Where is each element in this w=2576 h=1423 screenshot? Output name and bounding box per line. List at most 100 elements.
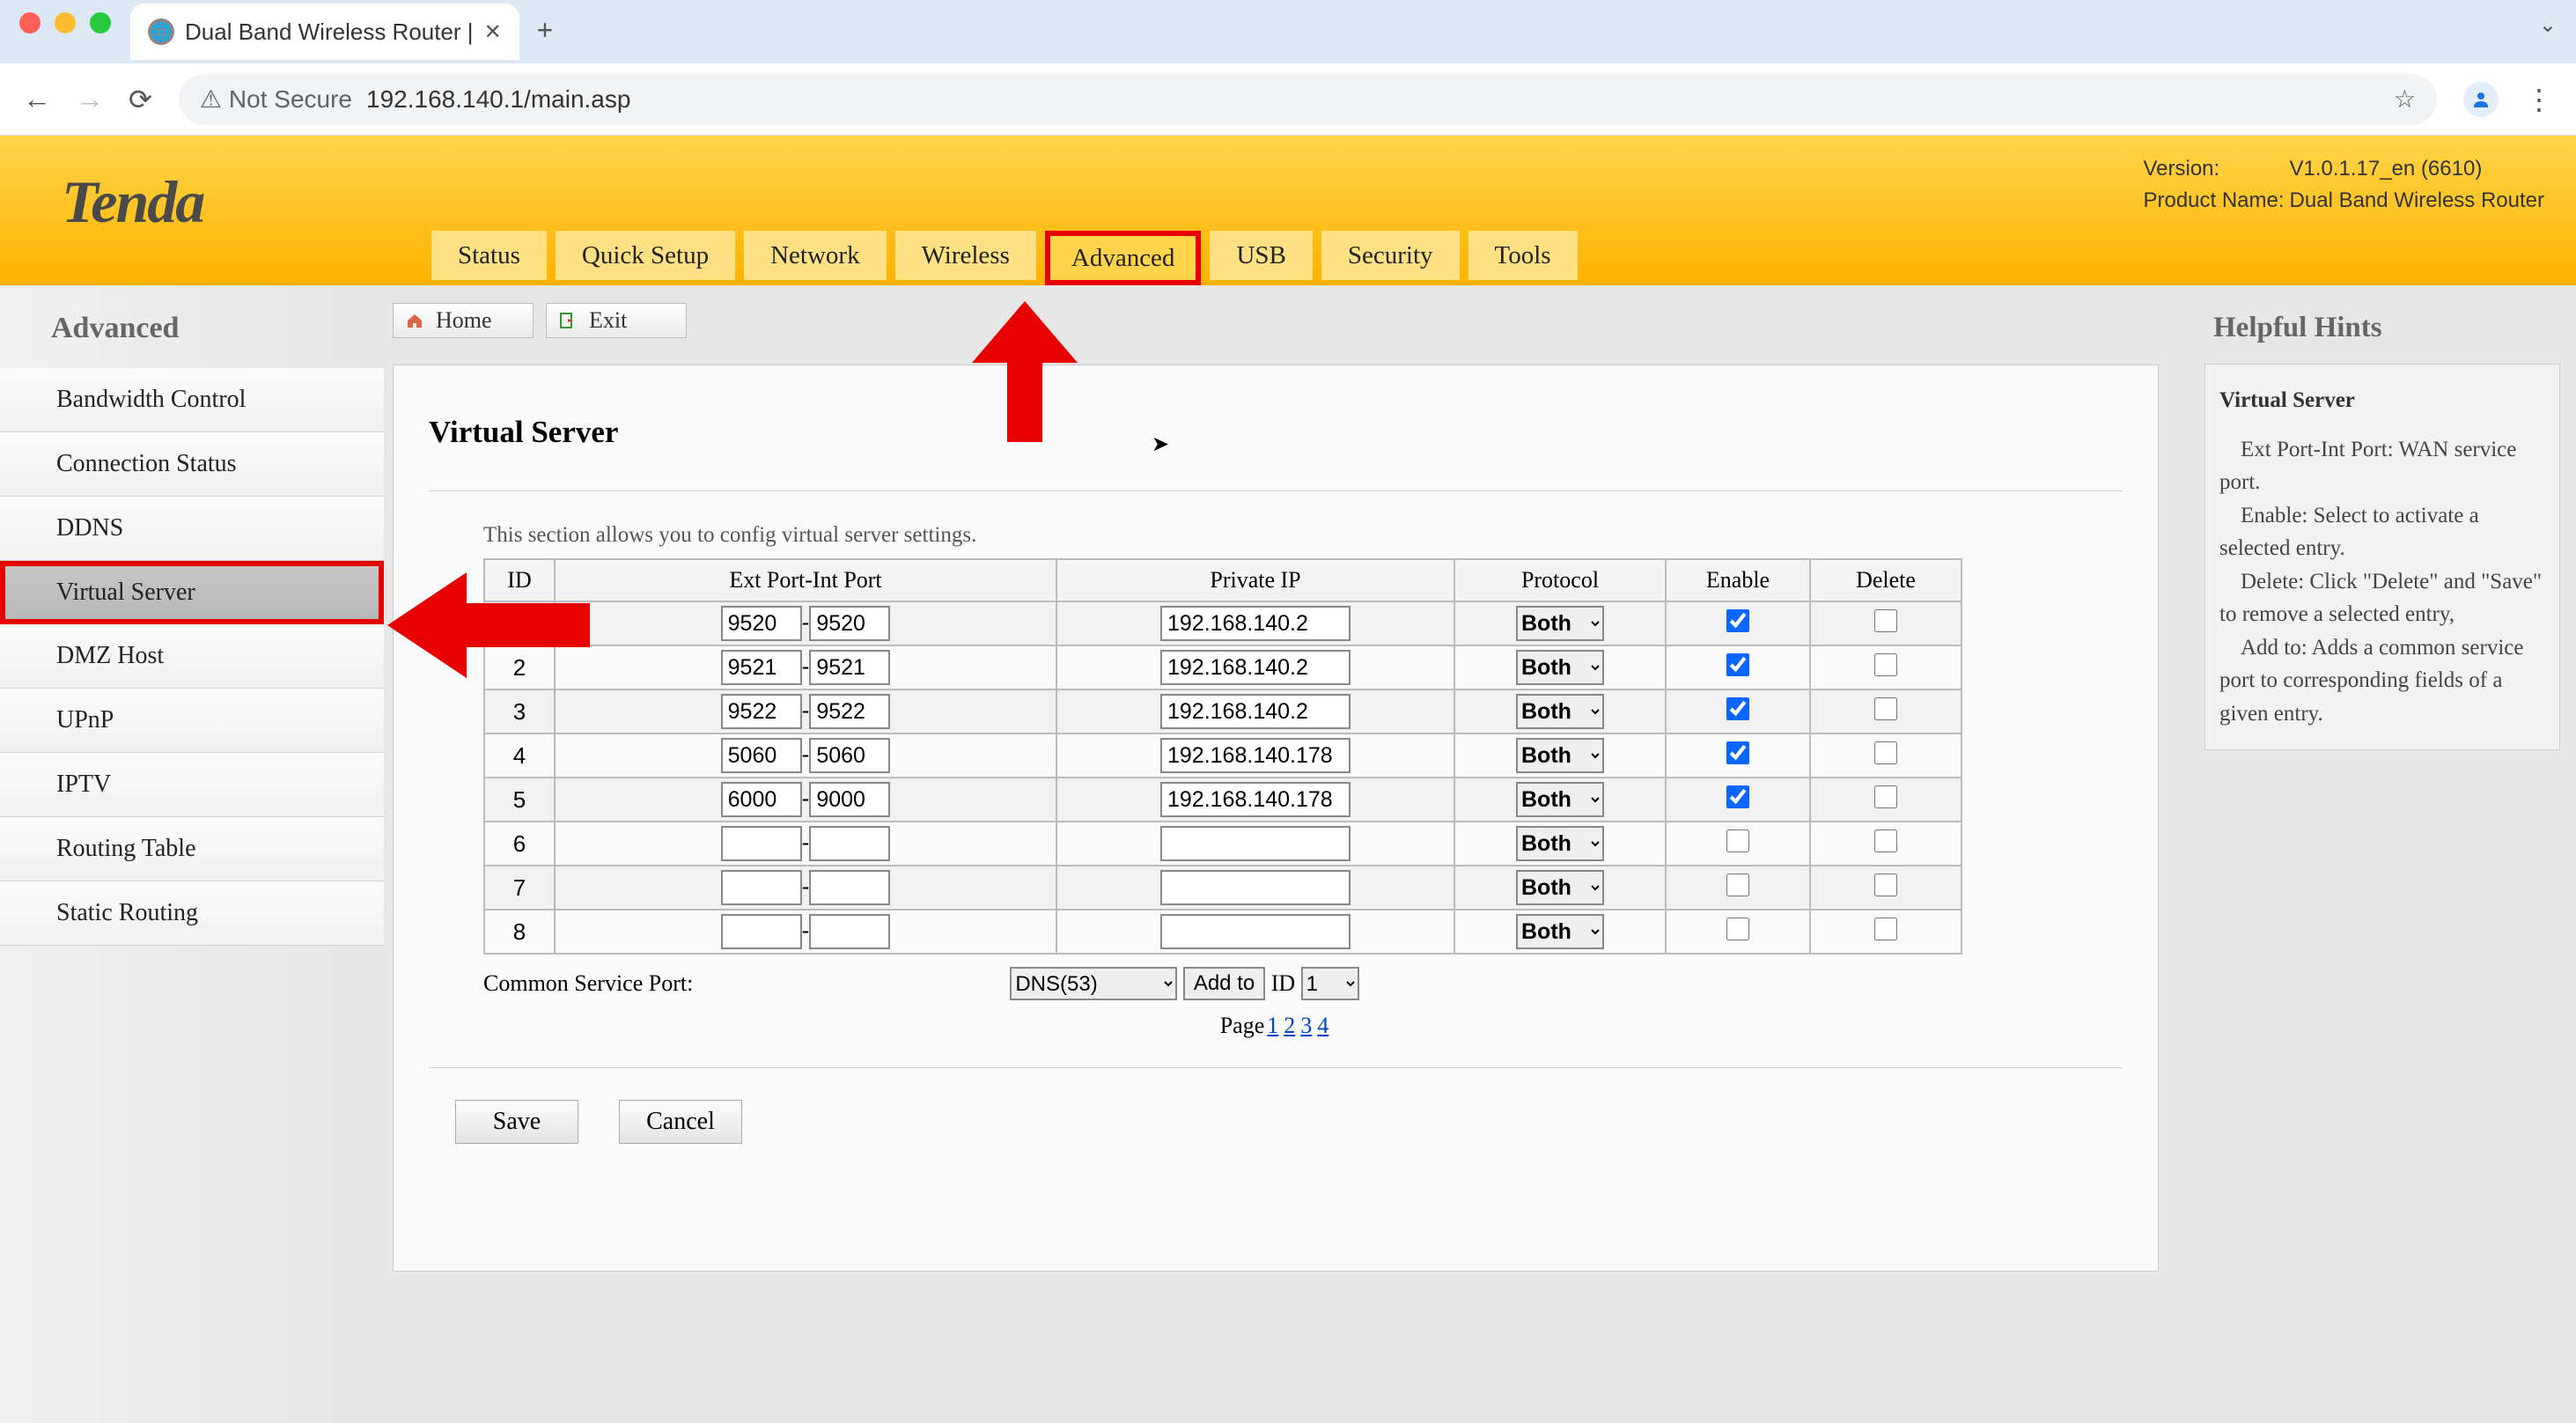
ext-port-input[interactable] xyxy=(721,694,802,729)
page-link[interactable]: 2 xyxy=(1284,1013,1295,1038)
enable-checkbox[interactable] xyxy=(1726,918,1749,940)
window-close-icon[interactable] xyxy=(19,12,40,33)
nav-tab-network[interactable]: Network xyxy=(744,231,886,280)
browser-tab[interactable]: 🌐 Dual Band Wireless Router | ✕ xyxy=(130,4,519,60)
ext-port-input[interactable] xyxy=(721,782,802,817)
int-port-input[interactable] xyxy=(809,738,890,773)
int-port-input[interactable] xyxy=(809,870,890,905)
add-to-button[interactable]: Add to xyxy=(1183,967,1265,1000)
protocol-select[interactable]: Both xyxy=(1516,870,1604,905)
protocol-select[interactable]: Both xyxy=(1516,650,1604,685)
window-zoom-icon[interactable] xyxy=(90,12,111,33)
nav-tab-quick-setup[interactable]: Quick Setup xyxy=(556,231,735,280)
int-port-input[interactable] xyxy=(809,826,890,861)
delete-checkbox[interactable] xyxy=(1874,653,1897,676)
delete-checkbox[interactable] xyxy=(1874,918,1897,940)
delete-checkbox[interactable] xyxy=(1874,874,1897,896)
not-secure-badge[interactable]: ⚠ Not Secure xyxy=(200,85,352,114)
sidebar-item-routing-table[interactable]: Routing Table xyxy=(0,817,384,881)
delete-checkbox[interactable] xyxy=(1874,609,1897,632)
ext-port-input[interactable] xyxy=(721,606,802,641)
int-port-input[interactable] xyxy=(809,606,890,641)
nav-tab-wireless[interactable]: Wireless xyxy=(895,231,1036,280)
forward-icon[interactable]: → xyxy=(76,83,104,115)
enable-checkbox[interactable] xyxy=(1726,653,1749,676)
browser-toolbar: ← → ⟳ ⚠ Not Secure 192.168.140.1/main.as… xyxy=(0,63,2576,136)
chrome-menu-icon[interactable]: ⋮ xyxy=(2525,83,2553,116)
nav-tab-tools[interactable]: Tools xyxy=(1468,231,1578,280)
private-ip-input[interactable] xyxy=(1160,606,1351,641)
home-button[interactable]: Home xyxy=(393,303,534,338)
save-button[interactable]: Save xyxy=(455,1100,578,1144)
delete-checkbox[interactable] xyxy=(1874,697,1897,720)
int-port-input[interactable] xyxy=(809,650,890,685)
delete-checkbox[interactable] xyxy=(1874,741,1897,764)
private-ip-input[interactable] xyxy=(1160,914,1351,949)
table-row: 5-Both xyxy=(484,778,1961,822)
tab-close-icon[interactable]: ✕ xyxy=(484,19,502,45)
nav-tab-usb[interactable]: USB xyxy=(1210,231,1312,280)
protocol-select[interactable]: Both xyxy=(1516,694,1604,729)
int-port-input[interactable] xyxy=(809,914,890,949)
enable-checkbox[interactable] xyxy=(1726,785,1749,808)
new-tab-icon[interactable]: + xyxy=(519,0,568,47)
protocol-select[interactable]: Both xyxy=(1516,606,1604,641)
enable-checkbox[interactable] xyxy=(1726,874,1749,896)
sidebar-item-static-routing[interactable]: Static Routing xyxy=(0,881,384,946)
sidebar-item-connection-status[interactable]: Connection Status xyxy=(0,432,384,497)
nav-tab-status[interactable]: Status xyxy=(431,231,547,280)
ext-port-input[interactable] xyxy=(721,826,802,861)
page-link[interactable]: 3 xyxy=(1300,1013,1312,1038)
table-row: 4-Both xyxy=(484,734,1961,778)
private-ip-input[interactable] xyxy=(1160,782,1351,817)
sidebar-item-dmz-host[interactable]: DMZ Host xyxy=(0,624,384,689)
enable-checkbox[interactable] xyxy=(1726,829,1749,852)
delete-checkbox[interactable] xyxy=(1874,829,1897,852)
ext-port-input[interactable] xyxy=(721,870,802,905)
private-ip-input[interactable] xyxy=(1160,694,1351,729)
hints-line: Delete: Click "Delete" and "Save" to rem… xyxy=(2219,565,2545,631)
private-ip-input[interactable] xyxy=(1160,826,1351,861)
protocol-select[interactable]: Both xyxy=(1516,782,1604,817)
sidebar-item-bandwidth-control[interactable]: Bandwidth Control xyxy=(0,368,384,432)
nav-tab-security[interactable]: Security xyxy=(1321,231,1460,280)
enable-checkbox[interactable] xyxy=(1726,741,1749,764)
ext-port-input[interactable] xyxy=(721,914,802,949)
browser-tab-strip: 🌐 Dual Band Wireless Router | ✕ + ⌄ xyxy=(0,0,2576,63)
private-ip-input[interactable] xyxy=(1160,650,1351,685)
protocol-select[interactable]: Both xyxy=(1516,914,1604,949)
helpful-hints-panel: Helpful Hints Virtual Server Ext Port-In… xyxy=(2189,285,2576,1423)
sidebar-item-upnp[interactable]: UPnP xyxy=(0,689,384,753)
sidebar-item-iptv[interactable]: IPTV xyxy=(0,753,384,817)
id-select[interactable]: 1 xyxy=(1301,967,1359,1000)
enable-checkbox[interactable] xyxy=(1726,697,1749,720)
protocol-select[interactable]: Both xyxy=(1516,826,1604,861)
int-port-input[interactable] xyxy=(809,694,890,729)
url-text: 192.168.140.1/main.asp xyxy=(366,85,630,114)
page-link[interactable]: 1 xyxy=(1267,1013,1278,1038)
enable-checkbox[interactable] xyxy=(1726,609,1749,632)
bookmark-star-icon[interactable]: ☆ xyxy=(2394,85,2416,114)
cancel-button[interactable]: Cancel xyxy=(619,1100,742,1144)
exit-button[interactable]: Exit xyxy=(546,303,687,338)
omnibox[interactable]: ⚠ Not Secure 192.168.140.1/main.asp ☆ xyxy=(179,74,2437,125)
common-service-port-select[interactable]: DNS(53) xyxy=(1010,967,1177,1000)
profile-avatar-icon[interactable] xyxy=(2463,82,2499,117)
row-id: 4 xyxy=(484,734,555,778)
private-ip-input[interactable] xyxy=(1160,870,1351,905)
back-icon[interactable]: ← xyxy=(23,83,51,115)
nav-tab-advanced[interactable]: Advanced xyxy=(1045,231,1202,285)
product-label: Product Name: xyxy=(2143,185,2284,217)
tabs-dropdown-icon[interactable]: ⌄ xyxy=(2539,0,2576,38)
page-link[interactable]: 4 xyxy=(1317,1013,1328,1038)
ext-port-input[interactable] xyxy=(721,738,802,773)
reload-icon[interactable]: ⟳ xyxy=(129,83,152,116)
delete-checkbox[interactable] xyxy=(1874,785,1897,808)
sidebar-item-ddns[interactable]: DDNS xyxy=(0,497,384,561)
sidebar-item-virtual-server[interactable]: Virtual Server xyxy=(0,561,384,624)
ext-port-input[interactable] xyxy=(721,650,802,685)
protocol-select[interactable]: Both xyxy=(1516,738,1604,773)
int-port-input[interactable] xyxy=(809,782,890,817)
private-ip-input[interactable] xyxy=(1160,738,1351,773)
window-minimize-icon[interactable] xyxy=(55,12,76,33)
